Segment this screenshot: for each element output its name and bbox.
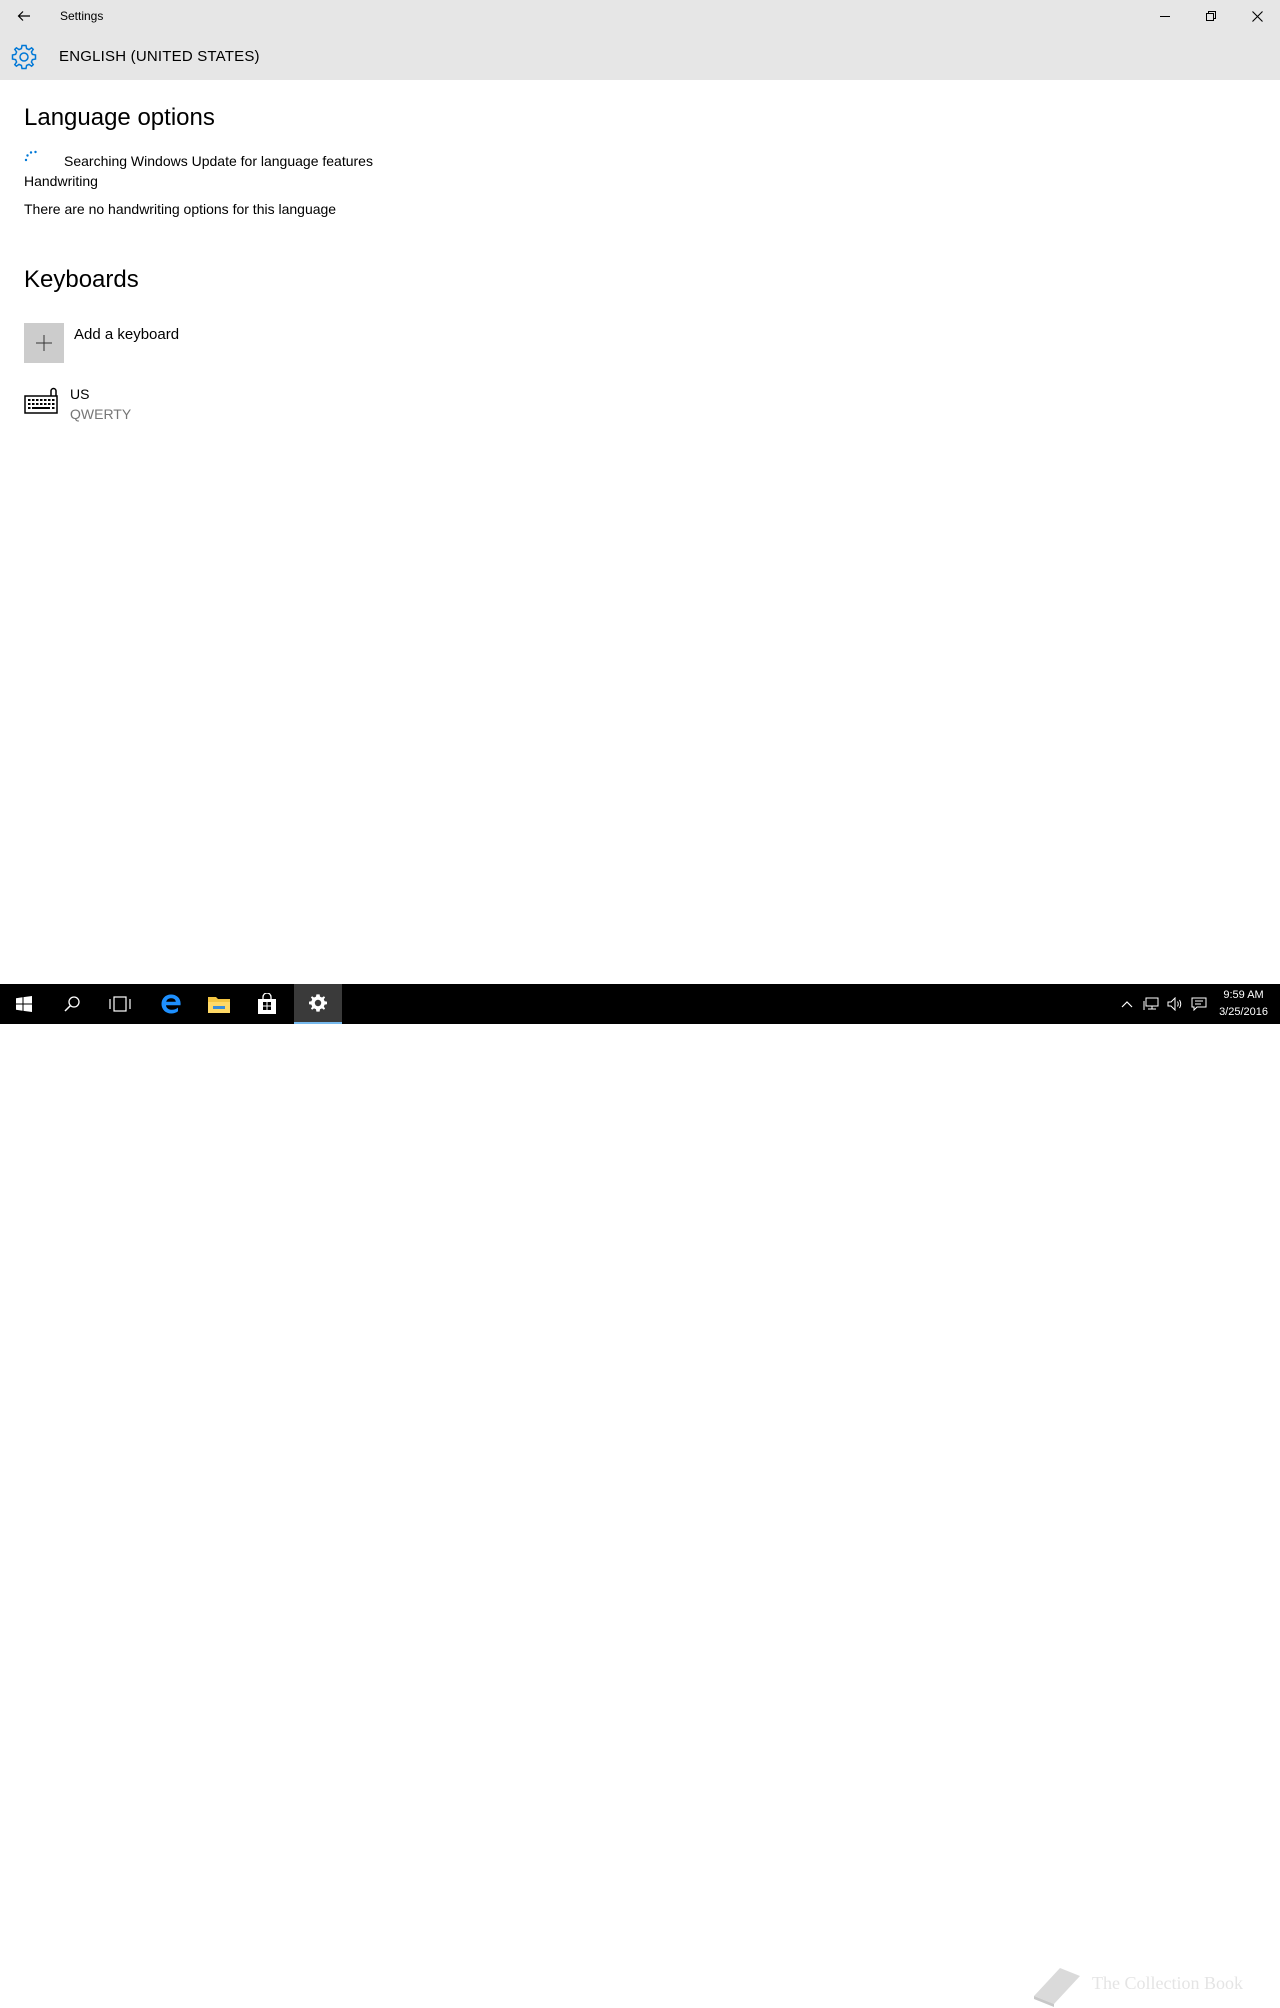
edge-button[interactable] (147, 984, 195, 1024)
store-button[interactable] (243, 984, 291, 1024)
back-button[interactable] (0, 0, 48, 32)
minimize-icon (1160, 16, 1170, 17)
file-explorer-button[interactable] (195, 984, 243, 1024)
keyboard-layout: QWERTY (70, 406, 132, 422)
settings-taskbar-button[interactable] (294, 984, 342, 1024)
task-view-icon (109, 996, 131, 1012)
handwriting-description: There are no handwriting options for thi… (24, 201, 337, 217)
add-keyboard-button[interactable]: Add a keyboard (24, 323, 324, 363)
page-title: ENGLISH (UNITED STATES) (59, 48, 260, 65)
watermark-text: The Collection Book (1092, 1973, 1243, 1993)
taskbar-search-button[interactable] (48, 984, 96, 1024)
taskbar: The Collection Book 9:59 AM 3/25/2016 (0, 984, 1280, 2007)
gear-icon (11, 44, 37, 70)
add-keyboard-label: Add a keyboard (74, 326, 180, 343)
settings-icon (309, 994, 327, 1012)
notifications-icon (1191, 997, 1207, 1011)
back-arrow-icon (17, 11, 30, 21)
search-icon (64, 996, 80, 1012)
system-clock[interactable]: 9:59 AM 3/25/2016 (1219, 987, 1268, 1021)
keyboard-icon (24, 387, 58, 414)
windows-logo-icon (16, 996, 32, 1012)
restore-button[interactable] (1188, 0, 1234, 32)
keyboard-item-us[interactable]: US QWERTY (24, 383, 324, 427)
language-options-heading: Language options (24, 104, 215, 131)
volume-button[interactable] (1167, 996, 1183, 1012)
store-icon (258, 993, 276, 1014)
restore-icon (1206, 11, 1216, 21)
close-button[interactable] (1234, 0, 1280, 32)
book-logo (1034, 1968, 1080, 2007)
handwriting-label: Handwriting (24, 173, 98, 189)
window-title: Settings (60, 9, 104, 23)
plus-icon (36, 335, 52, 351)
page-header: ENGLISH (UNITED STATES) (0, 32, 1280, 80)
network-button[interactable] (1143, 996, 1159, 1012)
show-hidden-icons-button[interactable] (1119, 996, 1135, 1012)
close-icon (1251, 10, 1263, 22)
start-button[interactable] (0, 984, 48, 1024)
add-keyboard-tile (24, 323, 64, 363)
keyboard-name: US (70, 386, 90, 402)
volume-icon (1167, 997, 1182, 1011)
chevron-up-icon (1121, 1001, 1133, 1008)
network-icon (1143, 997, 1159, 1010)
title-bar: Settings (0, 0, 1280, 32)
watermark: The Collection Book (1030, 1962, 1270, 2008)
minimize-button[interactable] (1142, 0, 1188, 32)
searching-status: Searching Windows Update for language fe… (64, 153, 373, 169)
clock-time: 9:59 AM (1223, 989, 1264, 1001)
task-view-button[interactable] (96, 984, 144, 1024)
edge-icon (161, 994, 181, 1014)
clock-date: 3/25/2016 (1219, 1006, 1268, 1018)
keyboards-heading: Keyboards (24, 266, 139, 293)
progress-ring-icon (24, 150, 37, 162)
action-center-button[interactable] (1191, 996, 1207, 1012)
file-explorer-icon (208, 997, 230, 1013)
